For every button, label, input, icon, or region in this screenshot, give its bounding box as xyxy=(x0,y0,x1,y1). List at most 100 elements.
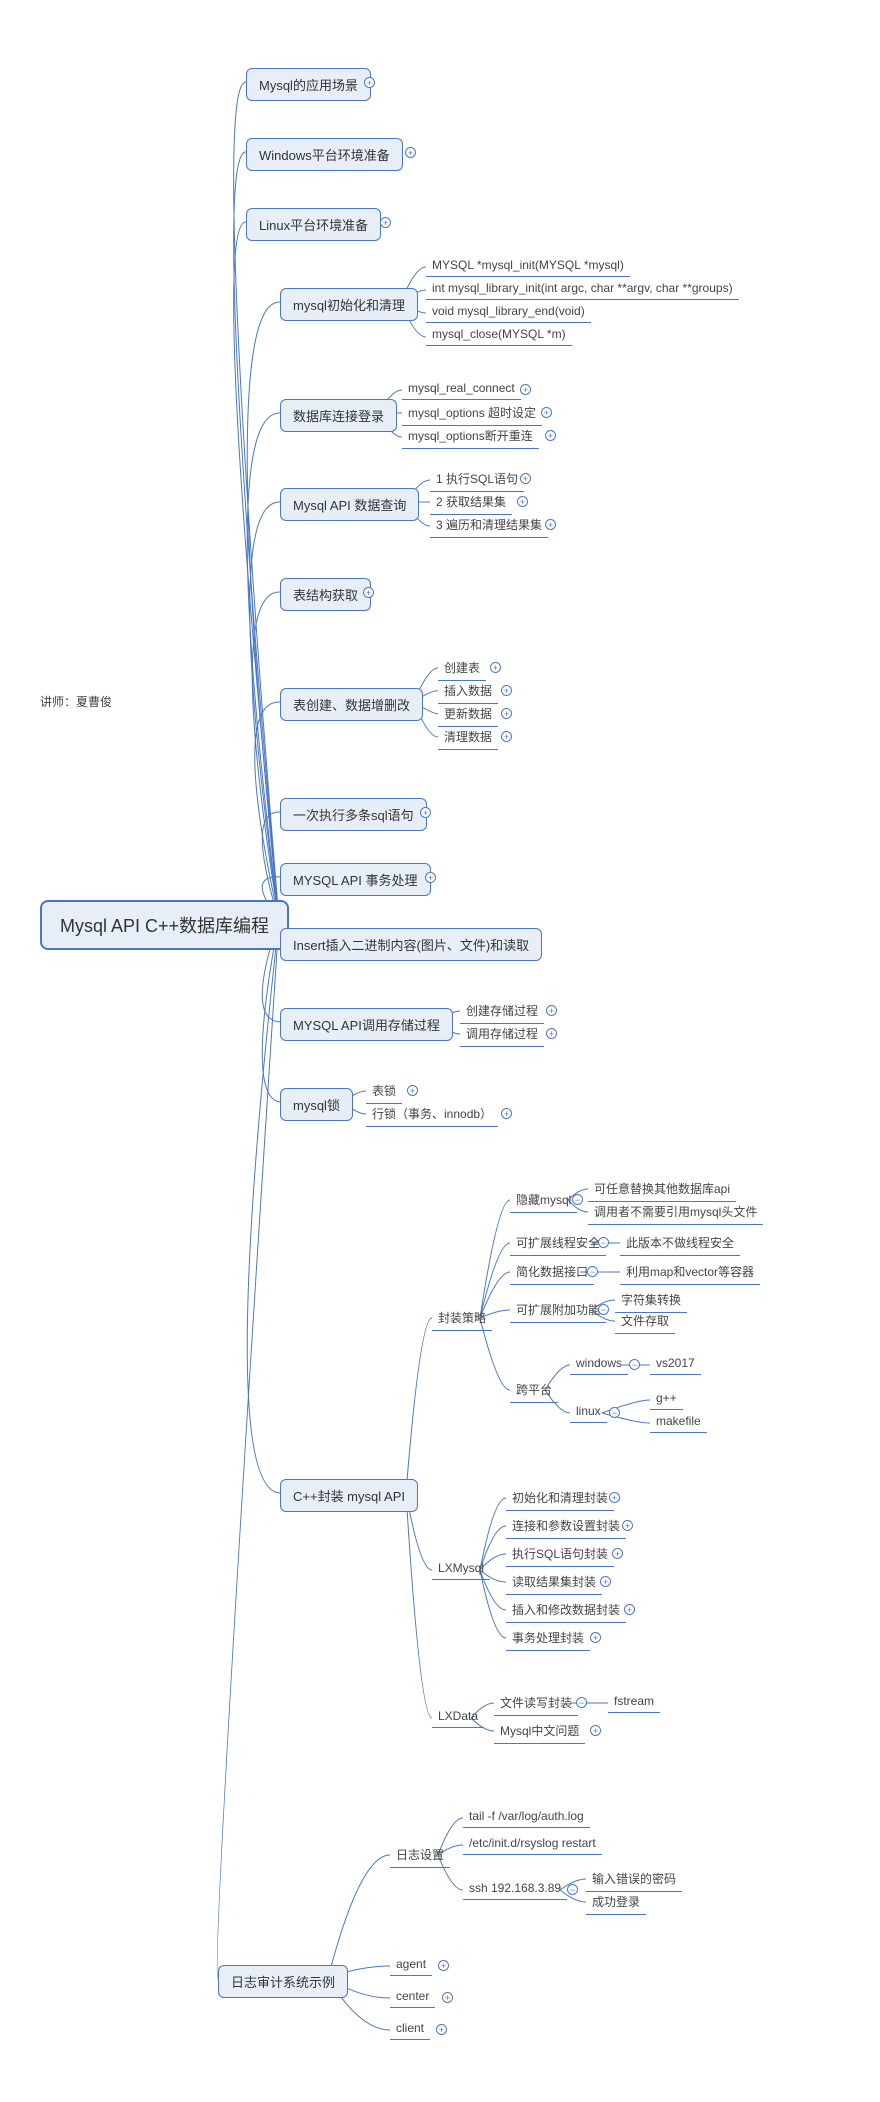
leaf[interactable]: void mysql_library_end(void) xyxy=(426,301,591,323)
node-extend-func[interactable]: 可扩展附加功能 xyxy=(510,1298,606,1323)
leaf[interactable]: 连接和参数设置封装 xyxy=(506,1514,626,1539)
leaf[interactable]: 成功登录 xyxy=(586,1890,646,1915)
branch-transaction[interactable]: MYSQL API 事务处理 xyxy=(280,863,431,896)
leaf[interactable]: /etc/init.d/rsyslog restart xyxy=(463,1833,602,1855)
leaf[interactable]: 输入错误的密码 xyxy=(586,1867,682,1892)
node-center[interactable]: center xyxy=(390,1986,435,2008)
leaf[interactable]: 此版本不做线程安全 xyxy=(620,1231,740,1256)
leaf[interactable]: 3 遍历和清理结果集 xyxy=(430,513,548,538)
branch-windows-env[interactable]: Windows平台环境准备 xyxy=(246,138,403,171)
expand-icon[interactable]: + xyxy=(545,519,556,530)
expand-icon[interactable]: + xyxy=(520,473,531,484)
branch-table-struct[interactable]: 表结构获取 xyxy=(280,578,371,611)
branch-mysql-lock[interactable]: mysql锁 xyxy=(280,1088,353,1121)
leaf[interactable]: 更新数据 xyxy=(438,702,498,727)
expand-icon[interactable]: + xyxy=(517,496,528,507)
leaf[interactable]: 可任意替换其他数据库api xyxy=(588,1177,736,1202)
node-lxdata[interactable]: LXData xyxy=(432,1706,484,1728)
node-agent[interactable]: agent xyxy=(390,1954,432,1976)
leaf[interactable]: 初始化和清理封装 xyxy=(506,1486,614,1511)
leaf[interactable]: fstream xyxy=(608,1691,660,1713)
branch-cpp-wrap[interactable]: C++封装 mysql API xyxy=(280,1479,418,1512)
expand-icon[interactable]: + xyxy=(490,662,501,673)
expand-icon[interactable]: + xyxy=(501,731,512,742)
expand-icon[interactable]: + xyxy=(590,1725,601,1736)
expand-icon[interactable]: + xyxy=(363,587,374,598)
collapse-icon[interactable]: − xyxy=(598,1304,609,1315)
node-log-settings[interactable]: 日志设置 xyxy=(390,1843,450,1868)
expand-icon[interactable]: + xyxy=(600,1576,611,1587)
leaf[interactable]: 清理数据 xyxy=(438,725,498,750)
collapse-icon[interactable]: − xyxy=(576,1697,587,1708)
expand-icon[interactable]: + xyxy=(425,872,436,883)
expand-icon[interactable]: + xyxy=(501,685,512,696)
leaf[interactable]: 利用map和vector等容器 xyxy=(620,1260,760,1285)
leaf[interactable]: vs2017 xyxy=(650,1353,701,1375)
node-thread-safe[interactable]: 可扩展线程安全 xyxy=(510,1231,606,1256)
node-wrap-strategy[interactable]: 封装策略 xyxy=(432,1306,492,1331)
leaf[interactable]: makefile xyxy=(650,1411,707,1433)
expand-icon[interactable]: + xyxy=(622,1520,633,1531)
collapse-icon[interactable]: − xyxy=(598,1237,609,1248)
leaf[interactable]: 创建表 xyxy=(438,656,486,681)
collapse-icon[interactable]: − xyxy=(629,1359,640,1370)
leaf[interactable]: 调用存储过程 xyxy=(460,1022,544,1047)
expand-icon[interactable]: + xyxy=(546,1028,557,1039)
leaf[interactable]: MYSQL *mysql_init(MYSQL *mysql) xyxy=(426,255,630,277)
collapse-icon[interactable]: − xyxy=(609,1407,620,1418)
leaf[interactable]: 读取结果集封装 xyxy=(506,1570,602,1595)
leaf[interactable]: 调用者不需要引用mysql头文件 xyxy=(588,1200,763,1225)
expand-icon[interactable]: + xyxy=(501,1108,512,1119)
branch-multi-sql[interactable]: 一次执行多条sql语句 xyxy=(280,798,427,831)
branch-stored-proc[interactable]: MYSQL API调用存储过程 xyxy=(280,1008,453,1041)
branch-db-login[interactable]: 数据库连接登录 xyxy=(280,399,397,432)
collapse-icon[interactable]: − xyxy=(572,1194,583,1205)
leaf[interactable]: 创建存储过程 xyxy=(460,999,544,1024)
collapse-icon[interactable]: − xyxy=(567,1884,578,1895)
collapse-icon[interactable]: − xyxy=(587,1266,598,1277)
node-windows[interactable]: windows xyxy=(570,1353,628,1375)
expand-icon[interactable]: + xyxy=(590,1632,601,1643)
leaf[interactable]: 插入数据 xyxy=(438,679,498,704)
leaf[interactable]: 文件存取 xyxy=(615,1309,675,1334)
root-node[interactable]: Mysql API C++数据库编程 xyxy=(40,900,289,950)
branch-table-crud[interactable]: 表创建、数据增删改 xyxy=(280,688,423,721)
leaf[interactable]: mysql_real_connect xyxy=(402,378,521,400)
expand-icon[interactable]: + xyxy=(380,217,391,228)
leaf[interactable]: int mysql_library_init(int argc, char **… xyxy=(426,278,739,300)
node-file-rw[interactable]: 文件读写封装 xyxy=(494,1691,578,1716)
leaf[interactable]: 执行SQL语句封装 xyxy=(506,1542,614,1567)
branch-binary-insert[interactable]: Insert插入二进制内容(图片、文件)和读取 xyxy=(280,928,542,961)
leaf[interactable]: 2 获取结果集 xyxy=(430,490,512,515)
leaf[interactable]: 插入和修改数据封装 xyxy=(506,1598,626,1623)
leaf[interactable]: 表锁 xyxy=(366,1079,402,1104)
leaf[interactable]: tail -f /var/log/auth.log xyxy=(463,1806,590,1828)
leaf[interactable]: mysql_options断开重连 xyxy=(402,424,539,449)
expand-icon[interactable]: + xyxy=(546,1005,557,1016)
leaf[interactable]: g++ xyxy=(650,1388,683,1410)
node-lxmysql[interactable]: LXMysql xyxy=(432,1558,490,1580)
expand-icon[interactable]: + xyxy=(541,407,552,418)
expand-icon[interactable]: + xyxy=(612,1548,623,1559)
expand-icon[interactable]: + xyxy=(545,430,556,441)
node-linux[interactable]: linux xyxy=(570,1401,607,1423)
node-simplify-iface[interactable]: 简化数据接口 xyxy=(510,1260,594,1285)
node-ssh[interactable]: ssh 192.168.3.89 xyxy=(463,1878,567,1900)
leaf[interactable]: mysql_options 超时设定 xyxy=(402,401,542,426)
branch-log-audit[interactable]: 日志审计系统示例 xyxy=(218,1965,348,1998)
expand-icon[interactable]: + xyxy=(407,1085,418,1096)
branch-linux-env[interactable]: Linux平台环境准备 xyxy=(246,208,381,241)
expand-icon[interactable]: + xyxy=(520,384,531,395)
node-client[interactable]: client xyxy=(390,2018,430,2040)
branch-api-query[interactable]: Mysql API 数据查询 xyxy=(280,488,419,521)
leaf[interactable]: 1 执行SQL语句 xyxy=(430,467,524,492)
branch-init-cleanup[interactable]: mysql初始化和清理 xyxy=(280,288,418,321)
expand-icon[interactable]: + xyxy=(624,1604,635,1615)
leaf[interactable]: 行锁（事务、innodb） xyxy=(366,1102,498,1127)
leaf[interactable]: mysql_close(MYSQL *m) xyxy=(426,324,572,346)
node-cross-platform[interactable]: 跨平台 xyxy=(510,1378,558,1403)
expand-icon[interactable]: + xyxy=(438,1960,449,1971)
branch-mysql-usage[interactable]: Mysql的应用场景 xyxy=(246,68,371,101)
expand-icon[interactable]: + xyxy=(364,77,375,88)
leaf[interactable]: 事务处理封装 xyxy=(506,1626,590,1651)
